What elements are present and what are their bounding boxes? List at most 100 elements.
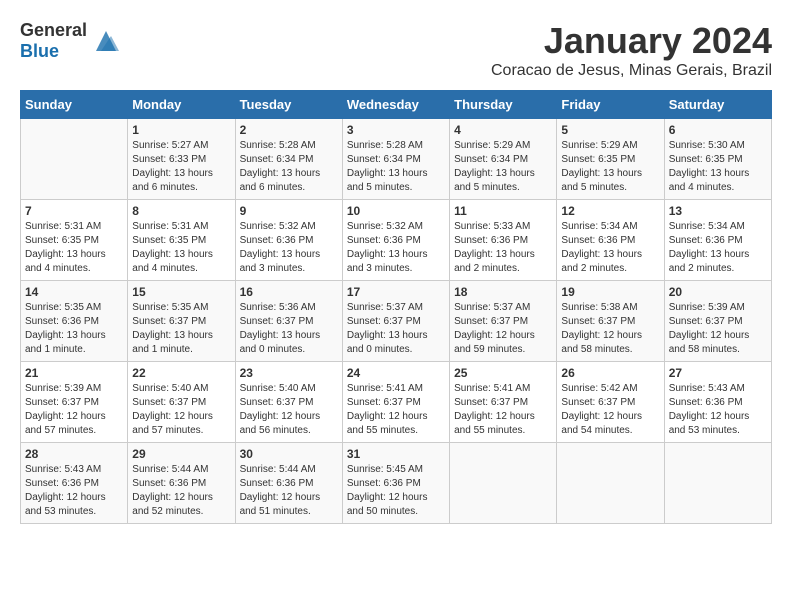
day-info: Sunrise: 5:32 AMSunset: 6:36 PMDaylight:…	[240, 220, 338, 276]
calendar-cell: 30 Sunrise: 5:44 AMSunset: 6:36 PMDayligh…	[235, 443, 342, 524]
day-info: Sunrise: 5:41 AMSunset: 6:37 PMDaylight:…	[347, 382, 445, 438]
calendar-cell: 12 Sunrise: 5:34 AMSunset: 6:36 PMDayligh…	[557, 200, 664, 281]
logo-icon	[91, 26, 121, 56]
day-number: 15	[132, 285, 230, 299]
calendar-cell: 9 Sunrise: 5:32 AMSunset: 6:36 PMDaylight…	[235, 200, 342, 281]
day-info: Sunrise: 5:30 AMSunset: 6:35 PMDaylight:…	[669, 139, 767, 195]
day-number: 24	[347, 366, 445, 380]
day-info: Sunrise: 5:40 AMSunset: 6:37 PMDaylight:…	[132, 382, 230, 438]
day-info: Sunrise: 5:41 AMSunset: 6:37 PMDaylight:…	[454, 382, 552, 438]
day-number: 4	[454, 123, 552, 137]
calendar-cell: 13 Sunrise: 5:34 AMSunset: 6:36 PMDayligh…	[664, 200, 771, 281]
day-number: 7	[25, 204, 123, 218]
calendar-cell: 26 Sunrise: 5:42 AMSunset: 6:37 PMDayligh…	[557, 362, 664, 443]
day-number: 26	[561, 366, 659, 380]
day-number: 19	[561, 285, 659, 299]
weekday-header-saturday: Saturday	[664, 91, 771, 119]
day-info: Sunrise: 5:39 AMSunset: 6:37 PMDaylight:…	[669, 301, 767, 357]
day-number: 1	[132, 123, 230, 137]
calendar-cell: 2 Sunrise: 5:28 AMSunset: 6:34 PMDaylight…	[235, 119, 342, 200]
logo-blue: Blue	[20, 41, 59, 61]
day-info: Sunrise: 5:45 AMSunset: 6:36 PMDaylight:…	[347, 463, 445, 519]
page-header: General Blue January 2024 Coracao de Jes…	[20, 20, 772, 80]
day-info: Sunrise: 5:28 AMSunset: 6:34 PMDaylight:…	[347, 139, 445, 195]
day-info: Sunrise: 5:28 AMSunset: 6:34 PMDaylight:…	[240, 139, 338, 195]
day-info: Sunrise: 5:43 AMSunset: 6:36 PMDaylight:…	[25, 463, 123, 519]
day-info: Sunrise: 5:36 AMSunset: 6:37 PMDaylight:…	[240, 301, 338, 357]
day-info: Sunrise: 5:39 AMSunset: 6:37 PMDaylight:…	[25, 382, 123, 438]
calendar-cell: 28 Sunrise: 5:43 AMSunset: 6:36 PMDayligh…	[21, 443, 128, 524]
day-info: Sunrise: 5:38 AMSunset: 6:37 PMDaylight:…	[561, 301, 659, 357]
day-info: Sunrise: 5:44 AMSunset: 6:36 PMDaylight:…	[132, 463, 230, 519]
day-number: 18	[454, 285, 552, 299]
day-number: 22	[132, 366, 230, 380]
day-number: 20	[669, 285, 767, 299]
day-number: 9	[240, 204, 338, 218]
calendar-cell: 20 Sunrise: 5:39 AMSunset: 6:37 PMDayligh…	[664, 281, 771, 362]
day-number: 29	[132, 447, 230, 461]
weekday-header-monday: Monday	[128, 91, 235, 119]
calendar-cell: 31 Sunrise: 5:45 AMSunset: 6:36 PMDayligh…	[342, 443, 449, 524]
day-number: 6	[669, 123, 767, 137]
calendar-cell	[664, 443, 771, 524]
month-title: January 2024	[491, 20, 772, 62]
day-number: 10	[347, 204, 445, 218]
calendar-cell	[450, 443, 557, 524]
calendar-cell: 21Sunrise: 5:39 AMSunset: 6:37 PMDayligh…	[21, 362, 128, 443]
calendar-cell: 23 Sunrise: 5:40 AMSunset: 6:37 PMDayligh…	[235, 362, 342, 443]
calendar-week-row: 21Sunrise: 5:39 AMSunset: 6:37 PMDayligh…	[21, 362, 772, 443]
day-number: 16	[240, 285, 338, 299]
weekday-header-wednesday: Wednesday	[342, 91, 449, 119]
day-info: Sunrise: 5:29 AMSunset: 6:35 PMDaylight:…	[561, 139, 659, 195]
day-number: 28	[25, 447, 123, 461]
day-number: 30	[240, 447, 338, 461]
day-info: Sunrise: 5:37 AMSunset: 6:37 PMDaylight:…	[347, 301, 445, 357]
day-number: 14	[25, 285, 123, 299]
day-number: 31	[347, 447, 445, 461]
day-info: Sunrise: 5:27 AMSunset: 6:33 PMDaylight:…	[132, 139, 230, 195]
calendar-cell: 6 Sunrise: 5:30 AMSunset: 6:35 PMDaylight…	[664, 119, 771, 200]
day-info: Sunrise: 5:40 AMSunset: 6:37 PMDaylight:…	[240, 382, 338, 438]
calendar-cell: 3 Sunrise: 5:28 AMSunset: 6:34 PMDaylight…	[342, 119, 449, 200]
calendar-cell: 11Sunrise: 5:33 AMSunset: 6:36 PMDayligh…	[450, 200, 557, 281]
logo: General Blue	[20, 20, 121, 62]
weekday-header-sunday: Sunday	[21, 91, 128, 119]
day-number: 2	[240, 123, 338, 137]
day-info: Sunrise: 5:35 AMSunset: 6:36 PMDaylight:…	[25, 301, 123, 357]
logo-general: General	[20, 20, 87, 40]
calendar-cell: 16 Sunrise: 5:36 AMSunset: 6:37 PMDayligh…	[235, 281, 342, 362]
calendar-cell: 24 Sunrise: 5:41 AMSunset: 6:37 PMDayligh…	[342, 362, 449, 443]
calendar-week-row: 28 Sunrise: 5:43 AMSunset: 6:36 PMDayligh…	[21, 443, 772, 524]
day-info: Sunrise: 5:31 AMSunset: 6:35 PMDaylight:…	[132, 220, 230, 276]
day-info: Sunrise: 5:44 AMSunset: 6:36 PMDaylight:…	[240, 463, 338, 519]
day-info: Sunrise: 5:42 AMSunset: 6:37 PMDaylight:…	[561, 382, 659, 438]
calendar-cell: 17 Sunrise: 5:37 AMSunset: 6:37 PMDayligh…	[342, 281, 449, 362]
calendar-cell: 7Sunrise: 5:31 AMSunset: 6:35 PMDaylight…	[21, 200, 128, 281]
calendar-cell: 29 Sunrise: 5:44 AMSunset: 6:36 PMDayligh…	[128, 443, 235, 524]
day-number: 12	[561, 204, 659, 218]
day-number: 23	[240, 366, 338, 380]
calendar-cell: 8Sunrise: 5:31 AMSunset: 6:35 PMDaylight…	[128, 200, 235, 281]
day-info: Sunrise: 5:34 AMSunset: 6:36 PMDaylight:…	[669, 220, 767, 276]
calendar-week-row: 7 Sunrise: 5:31 AMSunset: 6:35 PMDaylight…	[21, 200, 772, 281]
day-info: Sunrise: 5:33 AMSunset: 6:36 PMDaylight:…	[454, 220, 552, 276]
calendar-table: SundayMondayTuesdayWednesdayThursdayFrid…	[20, 90, 772, 524]
day-number: 13	[669, 204, 767, 218]
calendar-cell: 5 Sunrise: 5:29 AMSunset: 6:35 PMDaylight…	[557, 119, 664, 200]
day-info: Sunrise: 5:35 AMSunset: 6:37 PMDaylight:…	[132, 301, 230, 357]
day-number: 17	[347, 285, 445, 299]
calendar-cell	[21, 119, 128, 200]
calendar-cell: 10 Sunrise: 5:32 AMSunset: 6:36 PMDayligh…	[342, 200, 449, 281]
day-number: 27	[669, 366, 767, 380]
weekday-header-friday: Friday	[557, 91, 664, 119]
calendar-cell: 19 Sunrise: 5:38 AMSunset: 6:37 PMDayligh…	[557, 281, 664, 362]
day-info: Sunrise: 5:29 AMSunset: 6:34 PMDaylight:…	[454, 139, 552, 195]
day-info: Sunrise: 5:34 AMSunset: 6:36 PMDaylight:…	[561, 220, 659, 276]
location-title: Coracao de Jesus, Minas Gerais, Brazil	[491, 62, 772, 80]
weekday-header-row: SundayMondayTuesdayWednesdayThursdayFrid…	[21, 91, 772, 119]
day-number: 3	[347, 123, 445, 137]
day-number: 5	[561, 123, 659, 137]
day-info: Sunrise: 5:43 AMSunset: 6:36 PMDaylight:…	[669, 382, 767, 438]
day-info: Sunrise: 5:32 AMSunset: 6:36 PMDaylight:…	[347, 220, 445, 276]
calendar-cell: 22 Sunrise: 5:40 AMSunset: 6:37 PMDayligh…	[128, 362, 235, 443]
